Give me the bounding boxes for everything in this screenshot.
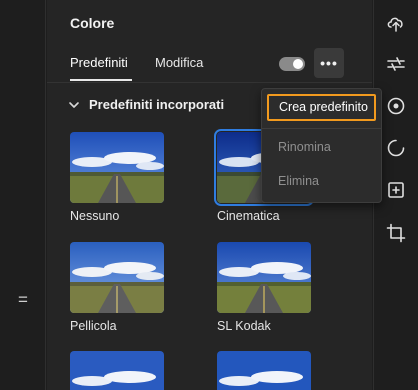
preset-thumb-none[interactable]	[70, 132, 164, 203]
chevron-down-icon	[69, 101, 79, 108]
active-tab-indicator	[70, 79, 132, 81]
menu-separator	[262, 128, 381, 129]
toggle-knob	[293, 59, 303, 69]
cloud-upload-icon[interactable]	[385, 12, 407, 34]
effects-icon[interactable]	[385, 137, 407, 159]
header-divider	[47, 82, 372, 83]
section-header-builtin-presets[interactable]: Predefiniti incorporati	[67, 97, 224, 112]
preset-thumb-partial[interactable]	[70, 351, 164, 390]
panel-resize-grip[interactable]: =	[0, 290, 46, 310]
preset-label: Cinematica	[217, 209, 280, 223]
preset-label: Pellicola	[70, 319, 117, 333]
left-strip: =	[0, 0, 46, 390]
tab-presets[interactable]: Predefiniti	[70, 55, 128, 70]
menu-item-delete: Elimina	[278, 174, 319, 188]
road-landscape-image	[70, 242, 164, 313]
crop-icon[interactable]	[385, 222, 407, 244]
preset-label: SL Kodak	[217, 319, 271, 333]
preset-thumb-film[interactable]	[70, 242, 164, 313]
more-options-button[interactable]: •••	[314, 48, 344, 78]
panel-title: Colore	[70, 15, 115, 31]
tab-edit[interactable]: Modifica	[155, 55, 203, 70]
menu-item-create-preset[interactable]: Crea predefinito	[267, 94, 376, 121]
adjust-sliders-icon[interactable]	[385, 53, 407, 75]
road-landscape-image	[217, 351, 311, 390]
more-options-menu: Crea predefinito Rinomina Elimina	[261, 88, 382, 203]
more-dots-icon: •••	[320, 55, 338, 71]
menu-item-rename: Rinomina	[278, 140, 331, 154]
preset-thumb-sl-kodak[interactable]	[217, 242, 311, 313]
preset-label: Nessuno	[70, 209, 120, 223]
road-landscape-image	[70, 351, 164, 390]
add-frame-icon[interactable]	[385, 179, 407, 201]
road-landscape-image	[70, 132, 164, 203]
preset-thumb-partial[interactable]	[217, 351, 311, 390]
road-landscape-image	[217, 242, 311, 313]
section-title: Predefiniti incorporati	[89, 97, 225, 112]
color-wheel-icon[interactable]	[385, 95, 407, 117]
presets-toggle[interactable]	[279, 57, 305, 71]
